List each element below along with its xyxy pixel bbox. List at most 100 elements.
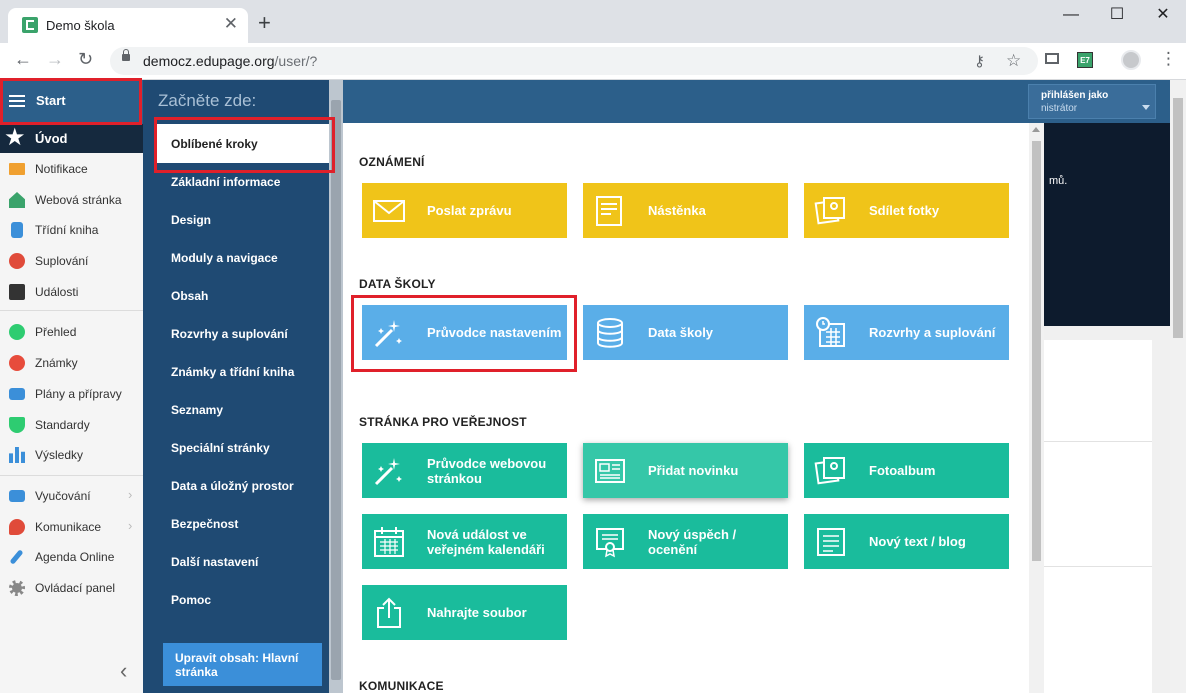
section-title-data-skoly: DATA ŠKOLY [359, 277, 436, 291]
tile-label: Fotoalbum [869, 463, 936, 478]
banner-text: mů. [1049, 175, 1068, 187]
edit-content-button[interactable]: Upravit obsah: Hlavní stránka [163, 643, 322, 686]
tile-label: Nový text / blog [869, 534, 966, 549]
forward-arrow-icon[interactable]: → [46, 49, 64, 70]
photos-icon [814, 457, 845, 485]
sidebar-item-tridni-kniha[interactable]: Třídní kniha [0, 215, 143, 245]
photos-icon [814, 197, 845, 225]
envelope-icon [9, 163, 25, 175]
user-account-dropdown[interactable]: přihlášen jako nistrátor [1028, 84, 1156, 119]
sidebar-item-label: Plány a přípravy [35, 387, 122, 401]
tile-pridat-novinku[interactable]: Přidat novinku [583, 443, 788, 498]
browser-menu-icon[interactable]: ⋮ [1160, 49, 1177, 69]
sidebar-item-label: Přehled [35, 325, 77, 339]
menu-item-dalsi-nastaveni[interactable]: Další nastavení [171, 555, 258, 569]
tile-data-skoly[interactable]: Data školy [583, 305, 788, 360]
browser-tab[interactable]: Demo škola ✕ [8, 8, 248, 43]
window-close-button[interactable]: ✕ [1140, 0, 1186, 32]
sidebar-item-prehled[interactable]: Přehled [0, 317, 143, 347]
content-divider [1044, 441, 1152, 442]
key-icon[interactable]: ⚷ [974, 52, 985, 70]
tile-novy-text-blog[interactable]: Nový text / blog [804, 514, 1009, 569]
tile-nova-udalost[interactable]: Nová událost ve veřejném kalendáři [362, 514, 567, 569]
address-url[interactable]: democz.edupage.org/user/? [143, 53, 317, 69]
menu-item-znamky-a-tridni-kniha[interactable]: Známky a třídní kniha [171, 365, 294, 379]
sidebar-item-znamky[interactable]: Známky [0, 348, 143, 378]
reload-icon[interactable]: ↻ [78, 49, 93, 70]
sidebar-item-agenda-online[interactable]: Agenda Online [0, 542, 143, 572]
page-banner: mů. [1044, 123, 1170, 326]
window-maximize-button[interactable]: ☐ [1094, 0, 1140, 32]
house-icon [9, 192, 25, 208]
tile-fotoalbum[interactable]: Fotoalbum [804, 443, 1009, 498]
menu-item-specialni-stranky[interactable]: Speciální stránky [171, 441, 270, 455]
sidebar-item-vysledky[interactable]: Výsledky [0, 440, 143, 470]
menu-item-pomoc[interactable]: Pomoc [171, 593, 211, 607]
back-arrow-icon[interactable]: ← [14, 49, 32, 70]
menu-item-zakladni-informace[interactable]: Základní informace [171, 175, 280, 189]
tab-title: Demo škola [46, 18, 115, 33]
tile-label: Sdílet fotky [869, 203, 940, 218]
profile-avatar-icon[interactable] [1121, 50, 1141, 70]
shield-check-icon [9, 417, 25, 433]
sidebar-item-plany-a-pripravy[interactable]: Plány a přípravy [0, 379, 143, 409]
sidebar-item-notifikace[interactable]: Notifikace [0, 154, 143, 184]
bar-chart-icon [9, 447, 25, 463]
page-scrollbar-thumb[interactable] [1173, 98, 1183, 338]
tile-sdilet-fotky[interactable]: Sdílet fotky [804, 183, 1009, 238]
address-bar[interactable]: democz.edupage.org/user/? ⚷ ☆ [110, 47, 1038, 75]
database-icon [597, 318, 623, 348]
tile-label: Nahrajte soubor [427, 605, 527, 620]
content-divider [1044, 566, 1152, 567]
tile-nahrajte-soubor[interactable]: Nahrajte soubor [362, 585, 567, 640]
gear-icon [9, 580, 25, 596]
sidebar-item-label: Suplování [35, 254, 89, 268]
magic-wand-icon [374, 458, 402, 486]
tile-label: Nástěnka [648, 203, 706, 218]
sidebar-item-vyucovani[interactable]: Vyučování › [0, 481, 143, 511]
tile-novy-uspech[interactable]: Nový úspěch / ocenění [583, 514, 788, 569]
panel-scrollbar[interactable] [1029, 123, 1044, 693]
window-minimize-button[interactable]: — [1048, 0, 1094, 32]
cast-icon[interactable] [1045, 53, 1059, 64]
tile-pruvodce-webovou-strankou[interactable]: Průvodce webovou stránkou [362, 443, 567, 498]
menu-item-moduly-a-navigace[interactable]: Moduly a navigace [171, 251, 278, 265]
menu-item-seznamy[interactable]: Seznamy [171, 403, 223, 417]
upload-icon [377, 597, 401, 628]
sidebar-item-suplovani[interactable]: Suplování [0, 246, 143, 276]
menu-scrollbar-thumb[interactable] [331, 100, 341, 680]
menu-item-design[interactable]: Design [171, 213, 211, 227]
calendar-icon [9, 284, 25, 300]
sidebar-item-ovladaci-panel[interactable]: Ovládací panel [0, 573, 143, 603]
tile-nastenka[interactable]: Nástěnka [583, 183, 788, 238]
sidebar-divider [0, 310, 143, 311]
menu-item-obsah[interactable]: Obsah [171, 289, 208, 303]
panel-scrollbar-thumb[interactable] [1032, 141, 1041, 561]
tile-rozvrhy-a-suplovani[interactable]: Rozvrhy a suplování [804, 305, 1009, 360]
scroll-up-arrow-icon[interactable] [1032, 127, 1040, 132]
open-book-icon [9, 490, 25, 502]
person-icon [9, 253, 25, 269]
sidebar-item-label: Standardy [35, 418, 90, 432]
menu-item-rozvrhy-a-suplovani[interactable]: Rozvrhy a suplování [171, 327, 288, 341]
sidebar-item-standardy[interactable]: Standardy [0, 410, 143, 440]
highlight-pruvodce-nastavenim [351, 295, 577, 372]
bookmark-star-icon[interactable]: ☆ [1006, 51, 1021, 71]
user-role: nistrátor [1041, 103, 1078, 114]
sidebar-item-komunikace[interactable]: Komunikace › [0, 512, 143, 542]
sidebar-item-webova-stranka[interactable]: Webová stránka [0, 185, 143, 215]
sidebar-item-uvod[interactable]: ★ Úvod [0, 124, 143, 153]
sidebar-collapse-button[interactable]: ‹ [120, 658, 127, 684]
extension-e7-icon[interactable]: E7 [1077, 52, 1093, 68]
sidebar-item-udalosti[interactable]: Události [0, 277, 143, 307]
menu-item-data-a-ulozny-prostor[interactable]: Data a úložný prostor [171, 479, 294, 493]
tab-close-icon[interactable]: ✕ [224, 14, 238, 34]
menu-item-bezpecnost[interactable]: Bezpečnost [171, 517, 238, 531]
sidebar-divider [0, 475, 143, 476]
sidebar-item-label: Webová stránka [35, 193, 122, 207]
sidebar-item-label: Úvod [35, 131, 68, 146]
document-icon [817, 528, 845, 556]
menu-title: Začněte zde: [158, 91, 257, 110]
new-tab-button[interactable]: + [258, 12, 271, 34]
tile-poslat-zpravu[interactable]: Poslat zprávu [362, 183, 567, 238]
